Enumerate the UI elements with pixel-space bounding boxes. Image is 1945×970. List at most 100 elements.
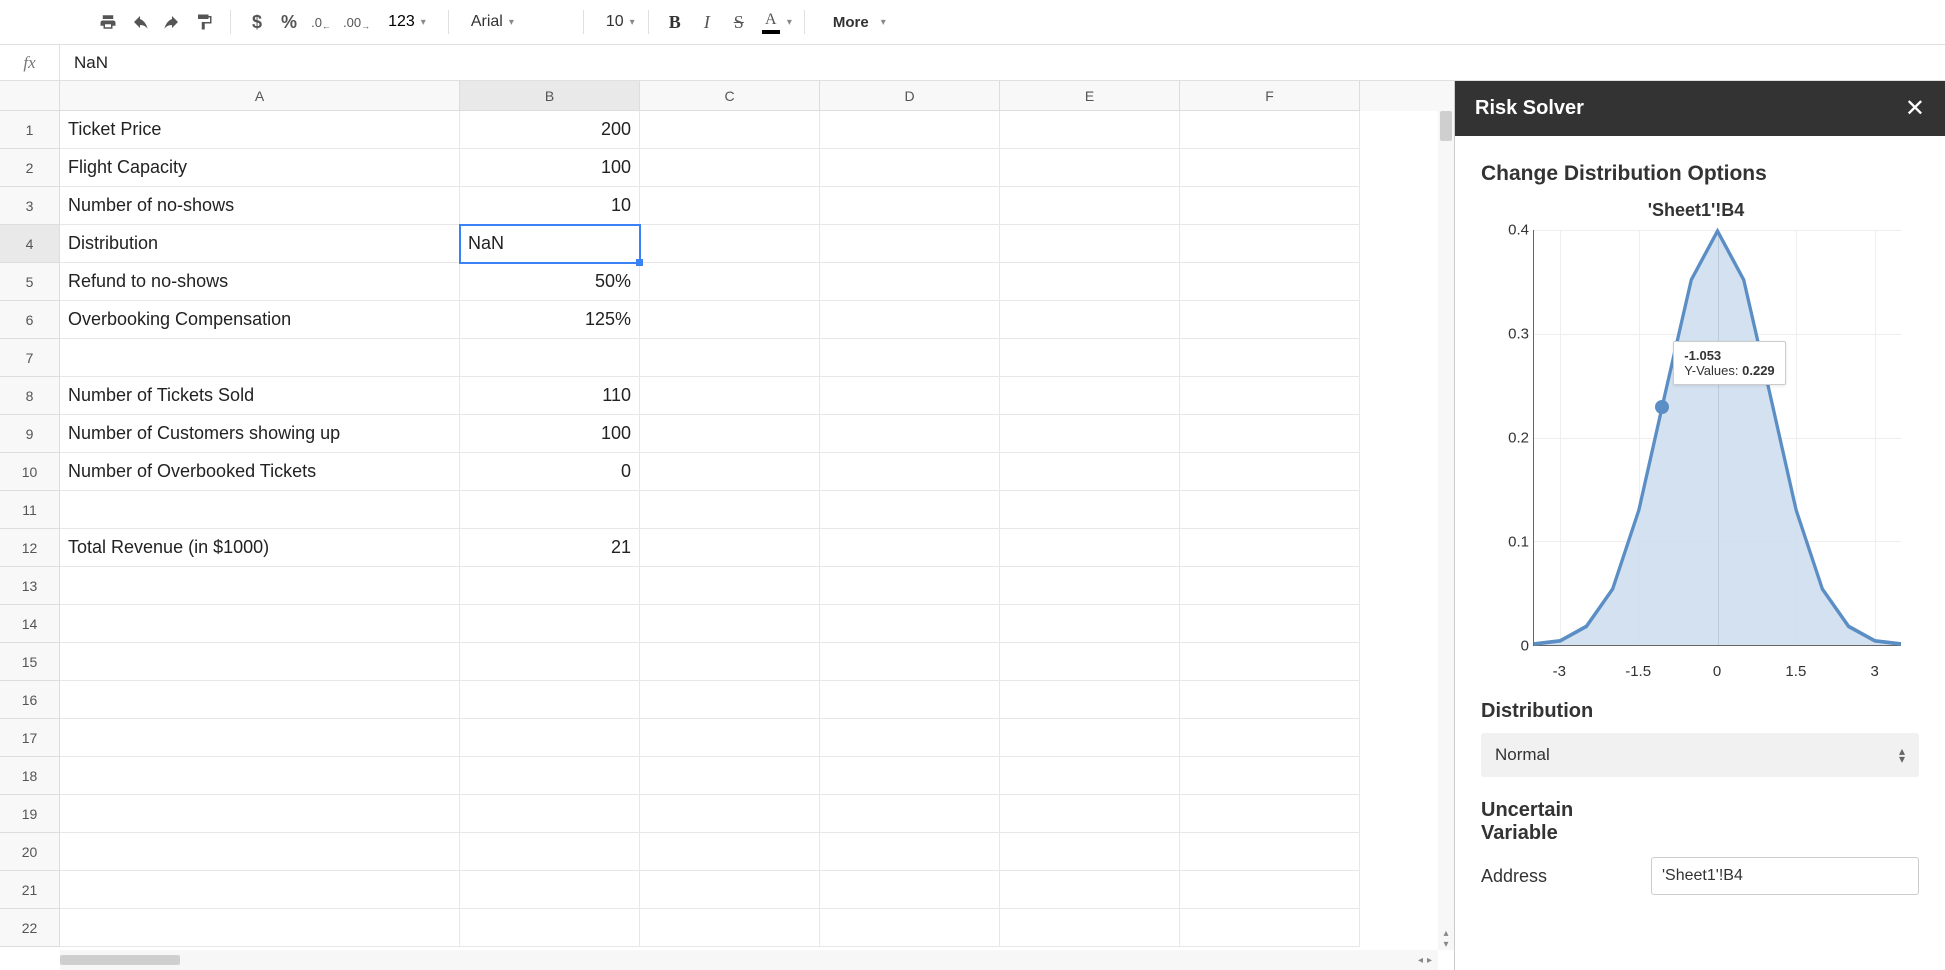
cell[interactable] [820, 909, 1000, 947]
row-header[interactable]: 20 [0, 833, 60, 871]
cell[interactable] [1180, 529, 1360, 567]
plot-area[interactable]: -1.053 Y-Values: 0.229 [1533, 230, 1901, 646]
row-header[interactable]: 17 [0, 719, 60, 757]
row-header[interactable]: 3 [0, 187, 60, 225]
cell[interactable] [1000, 187, 1180, 225]
cell[interactable] [1180, 111, 1360, 149]
cell[interactable] [820, 681, 1000, 719]
cell[interactable] [640, 111, 820, 149]
cell[interactable] [640, 377, 820, 415]
cell[interactable] [820, 225, 1000, 263]
cell[interactable] [60, 719, 460, 757]
scroll-thumb[interactable] [1440, 111, 1452, 141]
cell[interactable] [820, 719, 1000, 757]
cell[interactable]: 100 [460, 149, 640, 187]
cell[interactable] [1180, 757, 1360, 795]
cell[interactable] [460, 909, 640, 947]
cell[interactable] [1000, 111, 1180, 149]
currency-button[interactable]: $ [243, 8, 271, 36]
formula-input[interactable] [60, 45, 1945, 80]
row-header[interactable]: 16 [0, 681, 60, 719]
row-header[interactable]: 12 [0, 529, 60, 567]
cell[interactable] [1180, 149, 1360, 187]
cell[interactable]: Total Revenue (in $1000) [60, 529, 460, 567]
cell[interactable]: 10 [460, 187, 640, 225]
cell[interactable]: Number of Customers showing up [60, 415, 460, 453]
cell[interactable] [60, 909, 460, 947]
strikethrough-button[interactable]: S [725, 8, 753, 36]
cell[interactable] [460, 871, 640, 909]
cell[interactable] [1000, 453, 1180, 491]
vertical-scrollbar[interactable]: ▴ ▾ [1438, 111, 1454, 950]
cell[interactable] [640, 719, 820, 757]
cell[interactable] [60, 567, 460, 605]
row-header[interactable]: 10 [0, 453, 60, 491]
chevron-down-icon[interactable]: ▾ [787, 17, 792, 28]
cell[interactable] [1180, 453, 1360, 491]
chart-marker[interactable] [1655, 400, 1669, 414]
cell[interactable] [820, 111, 1000, 149]
cell[interactable] [820, 871, 1000, 909]
close-icon[interactable]: ✕ [1905, 94, 1925, 123]
col-header-F[interactable]: F [1180, 81, 1360, 111]
cell[interactable] [1180, 605, 1360, 643]
cell[interactable] [640, 909, 820, 947]
cell[interactable] [640, 187, 820, 225]
cell[interactable] [820, 453, 1000, 491]
cell[interactable] [640, 605, 820, 643]
cell[interactable] [1180, 339, 1360, 377]
cell[interactable]: Number of no-shows [60, 187, 460, 225]
row-header[interactable]: 13 [0, 567, 60, 605]
row-header[interactable]: 1 [0, 111, 60, 149]
undo-button[interactable] [126, 8, 154, 36]
cell[interactable] [1000, 833, 1180, 871]
row-header[interactable]: 4 [0, 225, 60, 263]
row-header[interactable]: 6 [0, 301, 60, 339]
cell[interactable] [460, 491, 640, 529]
cell[interactable]: 0 [460, 453, 640, 491]
cell[interactable] [820, 643, 1000, 681]
cell[interactable] [1000, 681, 1180, 719]
cell[interactable]: 200 [460, 111, 640, 149]
cell[interactable] [1000, 301, 1180, 339]
row-header[interactable]: 15 [0, 643, 60, 681]
col-header-B[interactable]: B [460, 81, 640, 111]
cell[interactable] [60, 339, 460, 377]
row-header[interactable]: 18 [0, 757, 60, 795]
row-header[interactable]: 22 [0, 909, 60, 947]
col-header-C[interactable]: C [640, 81, 820, 111]
cell[interactable] [640, 301, 820, 339]
scroll-right-icon[interactable]: ▸ [1427, 955, 1432, 966]
distribution-select[interactable]: Normal ▴▾ [1481, 733, 1919, 777]
row-header[interactable]: 9 [0, 415, 60, 453]
cell[interactable] [1180, 415, 1360, 453]
cell[interactable] [640, 529, 820, 567]
cell[interactable] [640, 491, 820, 529]
cell[interactable] [1000, 719, 1180, 757]
cell[interactable] [1000, 225, 1180, 263]
cell[interactable] [1180, 263, 1360, 301]
cell[interactable]: 50% [460, 263, 640, 301]
bold-button[interactable]: B [661, 8, 689, 36]
cell[interactable] [460, 795, 640, 833]
cell[interactable] [60, 871, 460, 909]
cell[interactable] [1000, 491, 1180, 529]
cell[interactable]: 100 [460, 415, 640, 453]
cell[interactable] [820, 415, 1000, 453]
cell[interactable] [820, 567, 1000, 605]
cell[interactable] [1180, 377, 1360, 415]
cell[interactable] [460, 719, 640, 757]
scroll-down-icon[interactable]: ▾ [1438, 939, 1454, 950]
cell[interactable] [820, 377, 1000, 415]
row-header[interactable]: 19 [0, 795, 60, 833]
cell[interactable] [1180, 909, 1360, 947]
row-header[interactable]: 2 [0, 149, 60, 187]
cell[interactable]: 125% [460, 301, 640, 339]
cell[interactable]: 21 [460, 529, 640, 567]
cell[interactable]: Refund to no-shows [60, 263, 460, 301]
percent-button[interactable]: % [275, 8, 303, 36]
cell[interactable] [460, 757, 640, 795]
cell[interactable] [60, 605, 460, 643]
row-header[interactable]: 11 [0, 491, 60, 529]
cell[interactable] [1000, 871, 1180, 909]
